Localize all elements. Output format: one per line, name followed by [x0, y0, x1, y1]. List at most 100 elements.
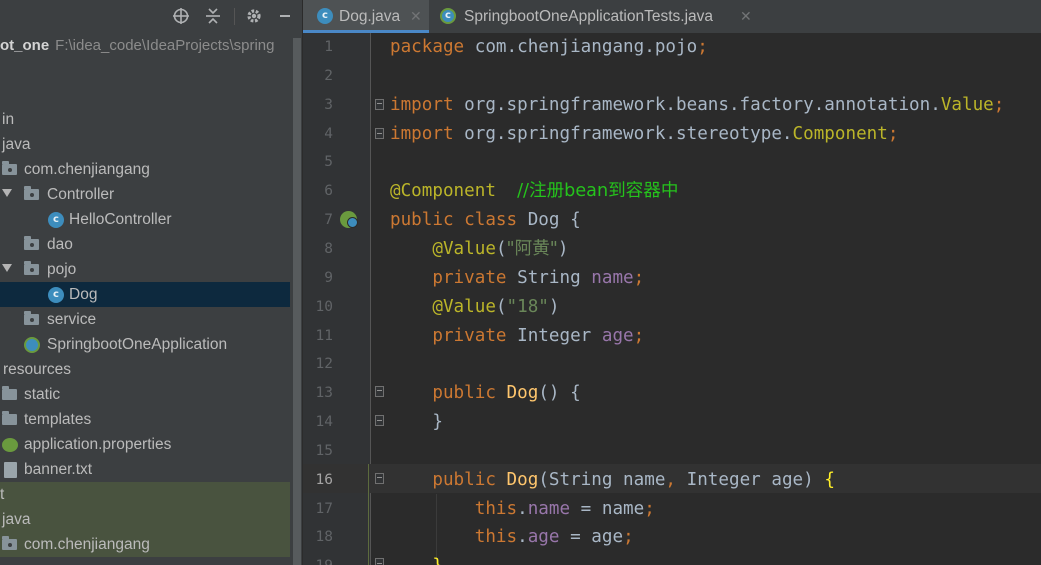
tree-item[interactable]: java	[0, 507, 302, 532]
code-token-kw: private	[432, 267, 518, 288]
project-root[interactable]: ot_one F:\idea_code\IdeaProjects\spring	[0, 35, 274, 57]
tree-item[interactable]: banner.txt	[0, 457, 290, 482]
code-token-str: "18"	[506, 296, 549, 317]
collapse-all-icon[interactable]	[203, 6, 223, 26]
locate-icon[interactable]	[171, 6, 191, 26]
package-icon	[2, 161, 17, 175]
code-token-kw: this	[474, 498, 518, 519]
line-number: 6	[324, 183, 333, 200]
code-token-kw: ;	[887, 123, 899, 144]
tree-item-label: java	[2, 511, 31, 528]
code-line[interactable]: import org.springframework.stereotype.Co…	[390, 120, 898, 149]
tree-item[interactable]: templates	[0, 407, 290, 432]
tree-item[interactable]: in	[0, 107, 290, 132]
code-line[interactable]: }	[390, 552, 443, 565]
tree-item[interactable]: service	[0, 307, 290, 332]
code-token-method: Dog	[506, 469, 539, 490]
code-line[interactable]: }	[390, 408, 443, 437]
tree-item[interactable]: c Dog	[0, 282, 302, 307]
fold-marker-icon[interactable]	[375, 415, 384, 426]
code-line[interactable]: private String name;	[390, 264, 644, 293]
code-token-kw: import	[390, 123, 465, 144]
tree-item-label: dao	[47, 236, 73, 253]
tree-item[interactable]: pojo	[0, 257, 290, 282]
text-file-icon	[4, 462, 17, 478]
fold-marker-icon[interactable]	[375, 473, 384, 484]
tree-item-label: Controller	[47, 186, 115, 203]
tree-item[interactable]: static	[0, 382, 290, 407]
line-number: 3	[324, 96, 333, 113]
fold-marker-icon[interactable]	[375, 558, 384, 565]
tree-item[interactable]: Controller	[0, 182, 290, 207]
tree-item[interactable]: t	[0, 482, 302, 507]
tree-item-label: in	[2, 111, 15, 128]
editor-tab-bar: c Dog.java ✕ c SpringbootOneApplicationT…	[303, 0, 1041, 33]
package-icon	[24, 261, 39, 275]
code-token-kw: ;	[633, 267, 645, 288]
tree-item[interactable]: resources	[0, 357, 290, 382]
line-number: 14	[315, 414, 333, 431]
properties-icon	[2, 438, 18, 452]
line-number: 15	[315, 442, 333, 459]
spring-test-class-icon: c	[440, 8, 456, 24]
code-line[interactable]: this.age = age;	[390, 523, 634, 552]
code-token-ann: @Value	[432, 296, 496, 317]
tree-item[interactable]: com.chenjiangang	[0, 157, 290, 182]
spring-bean-icon[interactable]	[340, 211, 358, 228]
tree-item[interactable]: com.chenjiangang	[0, 532, 302, 557]
code-token-plain: Dog	[527, 210, 571, 231]
class-icon: c	[48, 287, 64, 303]
project-scrollbar-thumb[interactable]	[293, 38, 301, 565]
line-number: 16	[315, 471, 333, 488]
line-number: 4	[324, 125, 333, 142]
code-token-field: age	[527, 527, 560, 548]
code-line[interactable]: package com.chenjiangang.pojo;	[390, 33, 708, 62]
fold-marker-icon[interactable]	[375, 99, 384, 110]
fold-marker-icon[interactable]	[375, 128, 384, 139]
gear-icon[interactable]	[244, 6, 264, 26]
code-line[interactable]: @Component //注册bean到容器中	[390, 177, 678, 206]
tree-item-label: t	[0, 486, 5, 503]
tree-item-label: java	[2, 136, 31, 153]
tree-item[interactable]: application.properties	[0, 432, 290, 457]
tree-item-label: pojo	[47, 261, 77, 278]
tab-dog-java[interactable]: c Dog.java ✕	[303, 0, 429, 33]
tree-item-label: banner.txt	[24, 461, 93, 478]
code-token-kw: ;	[993, 94, 1005, 115]
code-token-kw: public	[432, 469, 507, 490]
tree-item[interactable]: dao	[0, 232, 290, 257]
line-number: 17	[315, 500, 333, 517]
code-line[interactable]: public class Dog {	[390, 206, 581, 235]
code-token-plain: )	[548, 296, 560, 317]
close-icon[interactable]: ✕	[410, 7, 422, 26]
line-number: 7	[324, 212, 333, 229]
package-icon	[24, 236, 39, 250]
code-line[interactable]: @Value("18")	[390, 293, 560, 322]
fold-marker-icon[interactable]	[375, 386, 384, 397]
code-line[interactable]: public Dog(String name, Integer age) {	[390, 466, 835, 495]
line-number: 8	[324, 240, 333, 257]
expand-arrow-icon[interactable]	[2, 189, 12, 197]
expand-arrow-icon[interactable]	[2, 264, 12, 272]
code-token-kw: ;	[644, 498, 655, 519]
tree-item[interactable]: SpringbootOneApplication	[0, 332, 290, 357]
tree-item[interactable]: java	[0, 132, 290, 157]
code-line[interactable]: import org.springframework.beans.factory…	[390, 91, 1004, 120]
package-icon	[24, 186, 39, 200]
code-line[interactable]: this.name = name;	[390, 495, 655, 524]
code-token-field: age	[601, 325, 634, 346]
code-line[interactable]: public Dog() {	[390, 379, 580, 408]
line-number: 13	[315, 385, 333, 402]
code-token-str: "阿黄"	[506, 238, 558, 259]
code-token-plain: }	[432, 412, 443, 433]
tab-springbootoneapplicationtests-java[interactable]: c SpringbootOneApplicationTests.java ✕	[430, 0, 762, 33]
close-icon[interactable]: ✕	[740, 7, 752, 26]
code-line[interactable]: @Value("阿黄")	[390, 235, 568, 264]
code-token-plain: com.chenjiangang.pojo	[474, 37, 698, 57]
tree-item[interactable]: c HelloController	[0, 207, 290, 232]
code-token-plain: org.springframework.beans.factory.annota…	[464, 94, 941, 115]
code-line[interactable]: private Integer age;	[390, 322, 644, 351]
